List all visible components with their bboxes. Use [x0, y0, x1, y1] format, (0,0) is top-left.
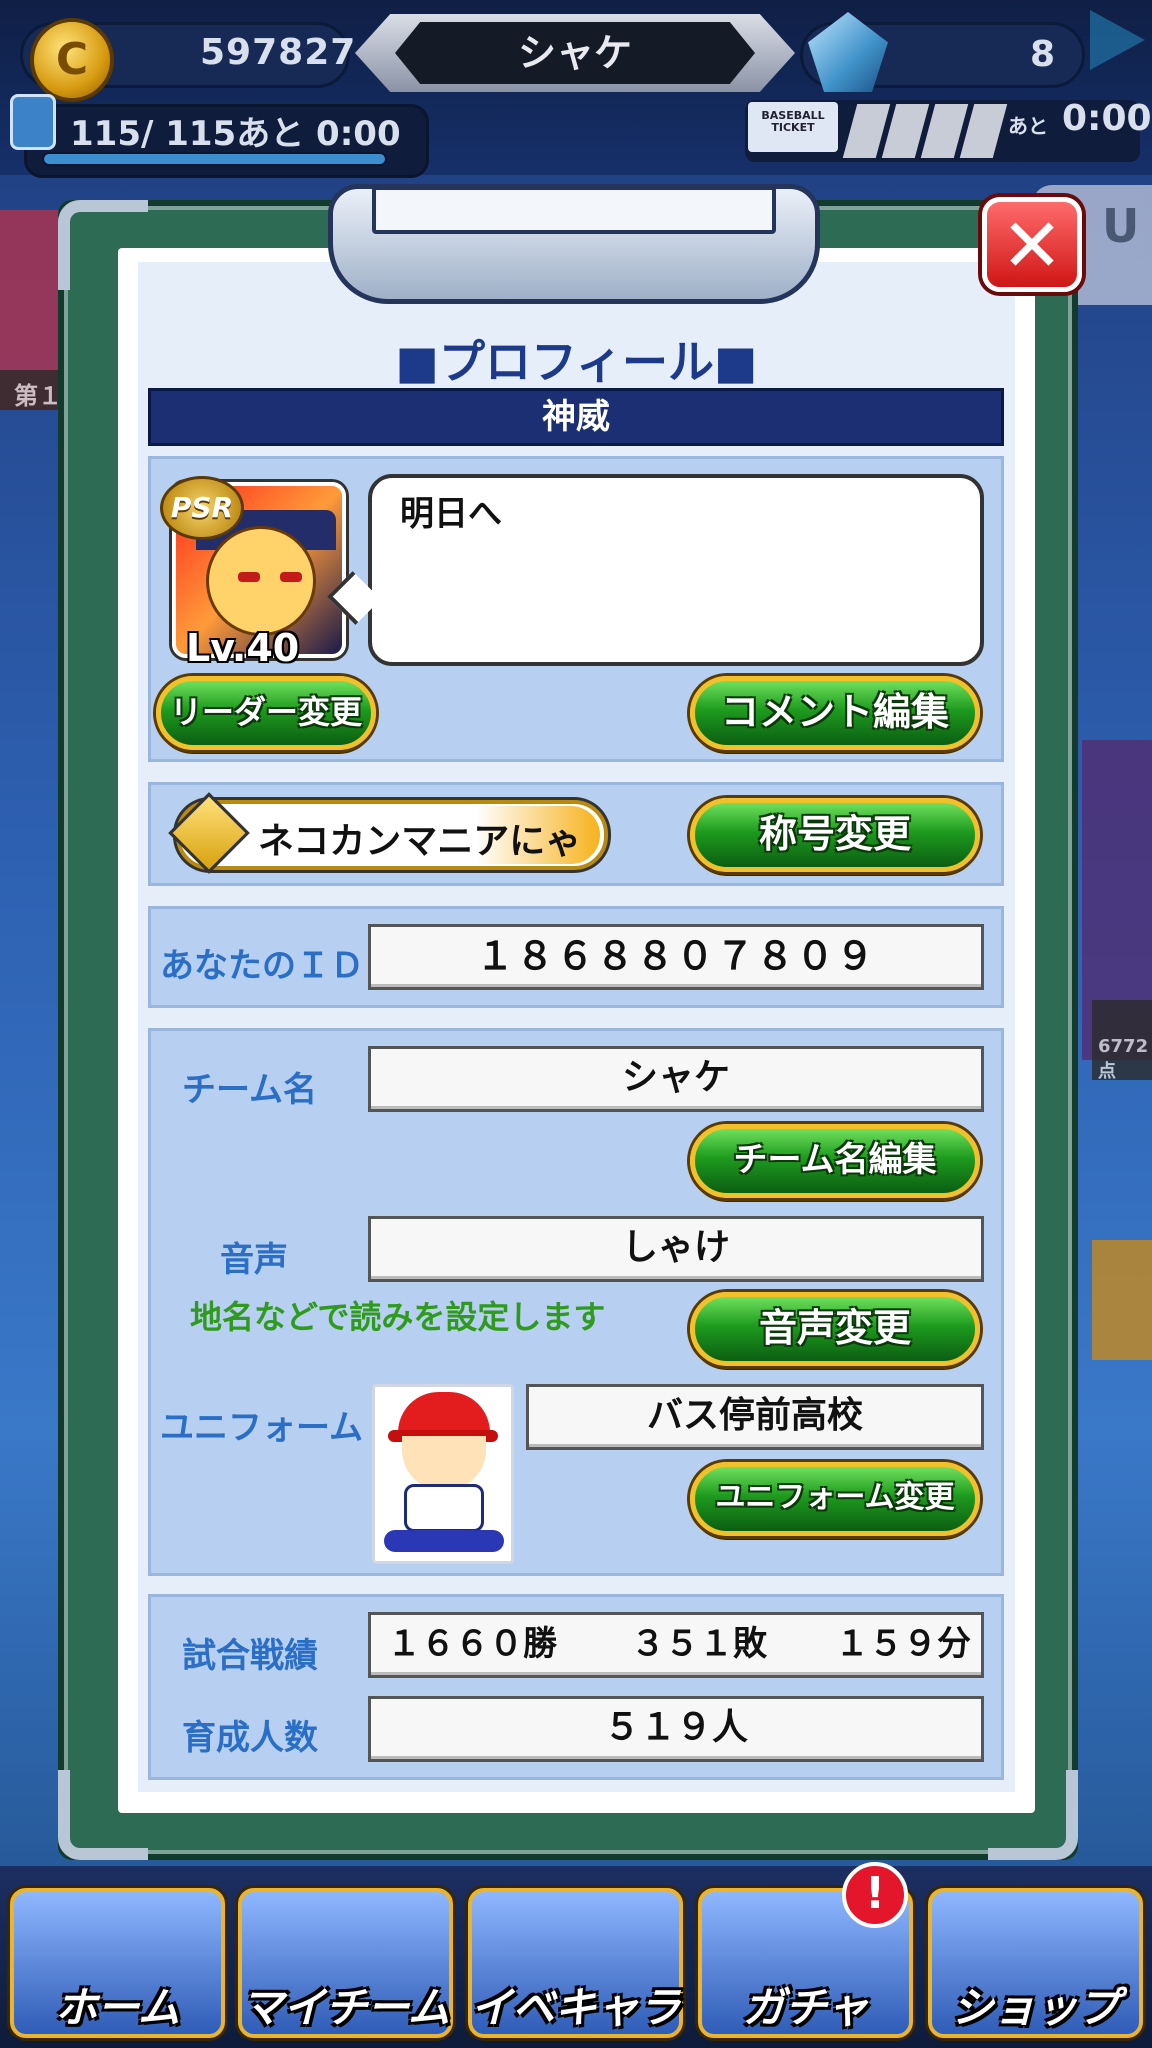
modal-title: ■プロフィール■ — [395, 335, 758, 389]
ticket-remaining-label: あと — [1008, 114, 1048, 138]
ticket-icon: BASEBALL TICKET — [748, 102, 838, 152]
title-change-button[interactable]: 称号変更 — [690, 798, 980, 872]
gacha-alert-badge: ! — [842, 1862, 908, 1928]
trained-value: ５１９人 — [368, 1696, 984, 1762]
background-badge — [1092, 1240, 1152, 1360]
coin-value: 597827 — [200, 32, 357, 73]
close-icon: ✕ — [1000, 203, 1063, 289]
team-name-value: シャケ — [368, 1046, 984, 1112]
nav-gacha-label: ガチャ — [742, 1983, 869, 2032]
nav-myteam-label: マイチーム — [241, 1983, 450, 2032]
uniform-body — [404, 1484, 484, 1532]
id-label: あなたのＩＤ — [160, 946, 364, 986]
voice-note: 地名などで読みを設定します — [190, 1298, 606, 1336]
avatar-level: Lv.40 — [186, 626, 300, 670]
ticket-gauge — [842, 104, 1008, 158]
record-wins: １６６０勝 — [387, 1624, 557, 1664]
nav-home-label: ホーム — [55, 1983, 180, 2032]
team-name-header: シャケ — [395, 22, 755, 84]
title-badge-text: ネコカンマニアにゃ — [258, 821, 582, 862]
ticket-timer: 0:00 — [1062, 98, 1152, 139]
comment-edit-button[interactable]: コメント編集 — [690, 676, 980, 750]
stamina-text: 115/ 115あと 0:00 — [70, 114, 401, 154]
voice-value: しゃけ — [368, 1216, 984, 1282]
uniform-change-button[interactable]: ユニフォーム変更 — [690, 1462, 980, 1536]
close-button[interactable]: ✕ — [982, 197, 1082, 292]
voice-change-button[interactable]: 音声変更 — [690, 1292, 980, 1366]
id-value: １８６８８０７８０９ — [368, 924, 984, 990]
record-label: 試合戦績 — [182, 1636, 318, 1676]
stamina-icon — [10, 94, 56, 150]
record-value: １６６０勝 ３５１敗 １５９分 — [368, 1612, 984, 1678]
nav-event-chara-label: イベキャラ — [470, 1983, 681, 2032]
team-name-label: チーム名 — [182, 1070, 317, 1110]
uniform-label: ユニフォーム — [160, 1408, 363, 1448]
nav-shop-label: ショップ — [951, 1983, 1120, 2032]
coin-icon: C — [30, 18, 114, 102]
leader-change-button[interactable]: リーダー変更 — [156, 676, 376, 750]
team-name-edit-button[interactable]: チーム名編集 — [690, 1124, 980, 1198]
trained-label: 育成人数 — [182, 1718, 318, 1758]
uniform-legs — [384, 1530, 504, 1552]
voice-label: 音声 — [220, 1240, 288, 1280]
gem-value: 8 — [1030, 34, 1056, 75]
comment-text: 明日へ — [400, 494, 502, 534]
player-name: 神威 — [148, 388, 1004, 446]
clipboard-clip-slot — [372, 186, 776, 234]
uniform-value: バス停前高校 — [526, 1384, 984, 1450]
stamina-bar — [42, 152, 387, 166]
record-draws: １５９分 — [835, 1624, 971, 1664]
record-losses: ３５１敗 — [631, 1624, 767, 1664]
background-score: 6772点 — [1092, 1000, 1152, 1082]
psr-badge: PSR — [160, 476, 244, 540]
